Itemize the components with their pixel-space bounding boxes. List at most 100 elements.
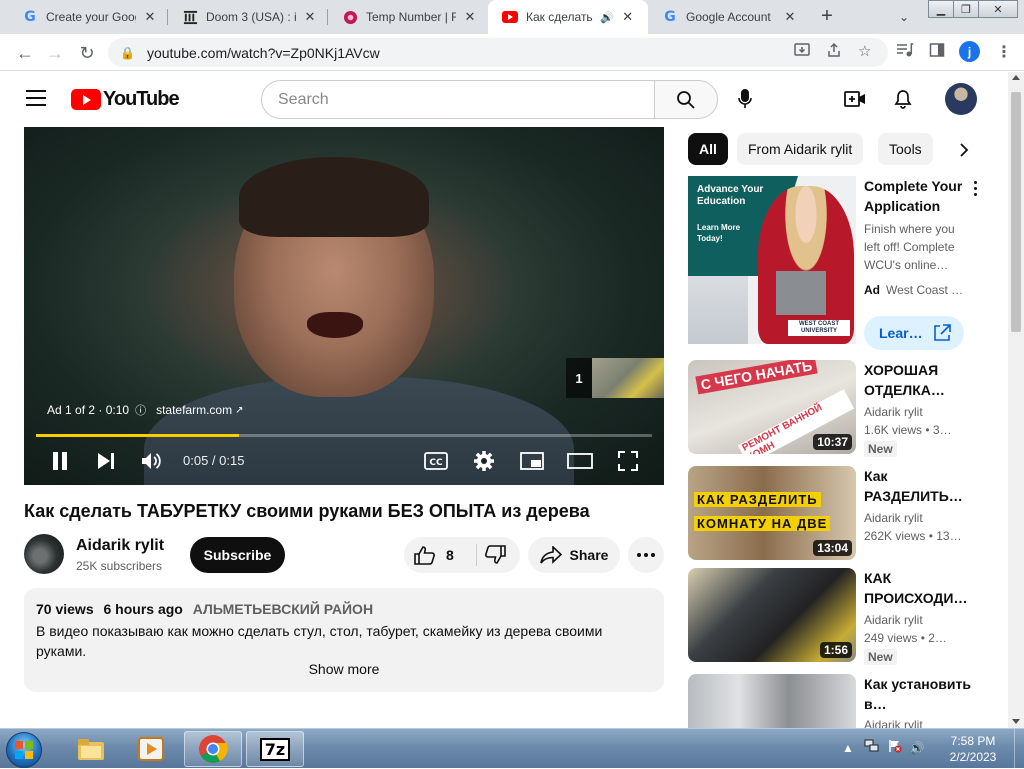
fullscreen-icon[interactable] xyxy=(614,447,642,475)
theater-mode-icon[interactable] xyxy=(566,447,594,475)
network-icon[interactable] xyxy=(864,739,880,756)
explorer-icon[interactable] xyxy=(62,731,120,767)
browser-menu-icon[interactable]: ⋮ xyxy=(996,42,1012,62)
media-player-icon[interactable] xyxy=(122,731,180,767)
chevron-right-icon[interactable] xyxy=(954,140,974,160)
show-desktop-button[interactable] xyxy=(1014,729,1024,769)
share-page-icon[interactable] xyxy=(826,42,842,62)
install-app-icon[interactable] xyxy=(794,42,810,62)
close-window-icon[interactable]: ✕ xyxy=(978,0,1018,18)
hamburger-menu-icon[interactable] xyxy=(26,90,46,106)
show-more-button[interactable]: Show more xyxy=(24,661,664,677)
related-video-title[interactable]: Как РАЗДЕЛИТЬ… xyxy=(864,466,974,506)
related-video-channel[interactable]: Aidarik rylit xyxy=(864,405,923,419)
forward-arrow-icon[interactable]: → xyxy=(42,40,68,66)
search-button[interactable] xyxy=(654,80,718,119)
channel-avatar[interactable] xyxy=(24,534,64,574)
system-clock[interactable]: 7:58 PM 2/2/2023 xyxy=(936,733,1010,765)
bookmark-star-icon[interactable]: ☆ xyxy=(858,42,871,60)
chip-all[interactable]: All xyxy=(688,133,728,165)
lock-icon[interactable]: 🔒 xyxy=(120,46,135,60)
dislike-button[interactable] xyxy=(480,537,510,573)
ad-thumbnail[interactable]: Advance Your Education Learn More Today!… xyxy=(688,176,856,344)
ad-link[interactable]: statefarm.com xyxy=(156,403,232,417)
7zip-icon[interactable]: 7z xyxy=(246,731,304,767)
upload-age: 6 hours ago xyxy=(103,601,183,617)
related-video-title[interactable]: КАК ПРОИСХОДИ… xyxy=(864,568,974,608)
related-video-thumbnail[interactable]: С ЧЕГО НАЧАТЬ РЕМОНТ ВАННОЙ КОМН 10:37 xyxy=(688,360,856,454)
notifications-bell-icon[interactable] xyxy=(891,87,915,111)
info-icon[interactable]: ⓘ xyxy=(135,402,146,418)
next-video-button[interactable] xyxy=(92,447,120,475)
scroll-down-arrow-icon[interactable] xyxy=(1012,719,1020,724)
address-bar[interactable]: 🔒 youtube.com/watch?v=Zp0NKj1AVcw xyxy=(108,38,888,67)
subtitles-icon[interactable]: CC xyxy=(422,447,450,475)
related-video-thumbnail[interactable]: КАК РАЗДЕЛИТЬ КОМНАТУ НА ДВЕ 13:04 xyxy=(688,466,856,560)
ad-cta-label: Lear… xyxy=(879,325,923,341)
ad-learn-more-button[interactable]: Lear… xyxy=(864,316,964,350)
miniplayer-icon[interactable] xyxy=(518,447,546,475)
thumbnail-text: КОМНАТУ НА ДВЕ xyxy=(694,516,831,531)
user-avatar[interactable] xyxy=(945,83,977,115)
location-tag[interactable]: АЛЬМЕТЬЕВСКИЙ РАЙОН xyxy=(193,601,373,617)
speaker-icon[interactable]: 🔊 xyxy=(600,11,614,24)
related-video-channel[interactable]: Aidarik rylit xyxy=(864,511,923,525)
subscribe-button[interactable]: Subscribe xyxy=(190,537,285,573)
scrollbar-thumb[interactable] xyxy=(1011,92,1021,332)
close-tab-icon[interactable]: ✕ xyxy=(620,9,636,25)
more-actions-icon[interactable] xyxy=(628,537,664,573)
youtube-logo[interactable]: YouTube xyxy=(71,88,180,111)
scroll-up-arrow-icon[interactable] xyxy=(1012,75,1020,80)
page-scrollbar[interactable] xyxy=(1008,72,1024,728)
chip-from-channel[interactable]: From Aidarik rylit xyxy=(737,133,864,165)
tab-create-google-account[interactable]: G Create your Google Account ✕ xyxy=(8,0,168,34)
media-controls-icon[interactable] xyxy=(896,42,914,63)
related-video-title[interactable]: Как установить в… xyxy=(864,674,974,714)
system-tray: ▲ 🔊 xyxy=(842,739,925,756)
search-input[interactable]: Search xyxy=(261,80,655,119)
start-button[interactable] xyxy=(6,732,42,768)
close-tab-icon[interactable]: ✕ xyxy=(302,9,318,25)
create-video-icon[interactable] xyxy=(843,87,867,111)
minimize-window-icon[interactable]: ▁ xyxy=(928,0,954,18)
progress-bar[interactable] xyxy=(36,434,652,437)
restore-window-icon[interactable]: ❐ xyxy=(953,0,979,18)
volume-icon[interactable] xyxy=(138,447,166,475)
settings-gear-icon[interactable] xyxy=(470,447,498,475)
related-video-channel[interactable]: Aidarik rylit xyxy=(864,613,923,627)
new-badge: New xyxy=(864,441,897,457)
side-panel-icon[interactable] xyxy=(929,42,945,63)
next-ad-preview[interactable]: 1 xyxy=(566,358,664,398)
tab-doom3-archive[interactable]: Doom 3 (USA) : id Software ✕ xyxy=(168,0,328,34)
close-tab-icon[interactable]: ✕ xyxy=(462,9,478,25)
related-video-channel[interactable]: Aidarik rylit xyxy=(864,718,923,728)
related-video-thumbnail[interactable] xyxy=(688,674,856,728)
tab-google-account[interactable]: G Google Account ✕ xyxy=(648,0,808,34)
pause-button[interactable] xyxy=(46,447,74,475)
video-player[interactable]: Ad 1 of 2 · 0:10 ⓘ statefarm.com ↗ 1 0:0… xyxy=(24,127,664,485)
ad-more-options-icon[interactable] xyxy=(967,178,983,198)
new-tab-button[interactable]: + xyxy=(816,5,838,27)
close-tab-icon[interactable]: ✕ xyxy=(782,9,798,25)
tab-youtube-active[interactable]: Как сделать ТАБУРЕТКУ 🔊 ✕ xyxy=(488,0,648,34)
tab-temp-number[interactable]: Temp Number | Free ✕ xyxy=(328,0,488,34)
channel-name[interactable]: Aidarik rylit xyxy=(76,537,164,555)
speaker-volume-icon[interactable]: 🔊 xyxy=(910,741,925,755)
chrome-icon[interactable] xyxy=(184,731,242,767)
flag-alert-icon[interactable] xyxy=(888,739,902,756)
related-video-title[interactable]: ХОРОШАЯ ОТДЕЛКА… xyxy=(864,360,974,400)
close-tab-icon[interactable]: ✕ xyxy=(142,9,158,25)
ad-title[interactable]: Complete Your Application xyxy=(864,176,974,216)
back-arrow-icon[interactable]: ← xyxy=(12,40,38,66)
related-video-thumbnail[interactable]: 1:56 xyxy=(688,568,856,662)
ad-badge: Ad xyxy=(864,283,880,297)
share-button[interactable]: Share xyxy=(528,537,620,573)
description-box[interactable]: 70 views 6 hours ago АЛЬМЕТЬЕВСКИЙ РАЙОН… xyxy=(24,588,664,692)
chip-tools[interactable]: Tools xyxy=(878,133,933,165)
tray-expand-icon[interactable]: ▲ xyxy=(842,741,854,755)
microphone-icon[interactable] xyxy=(732,86,758,112)
reload-icon[interactable]: ↻ xyxy=(74,40,100,66)
like-button[interactable]: 8 xyxy=(414,537,454,573)
tab-search-chevron-icon[interactable]: ⌄ xyxy=(894,7,914,27)
profile-avatar[interactable]: j xyxy=(959,41,980,62)
